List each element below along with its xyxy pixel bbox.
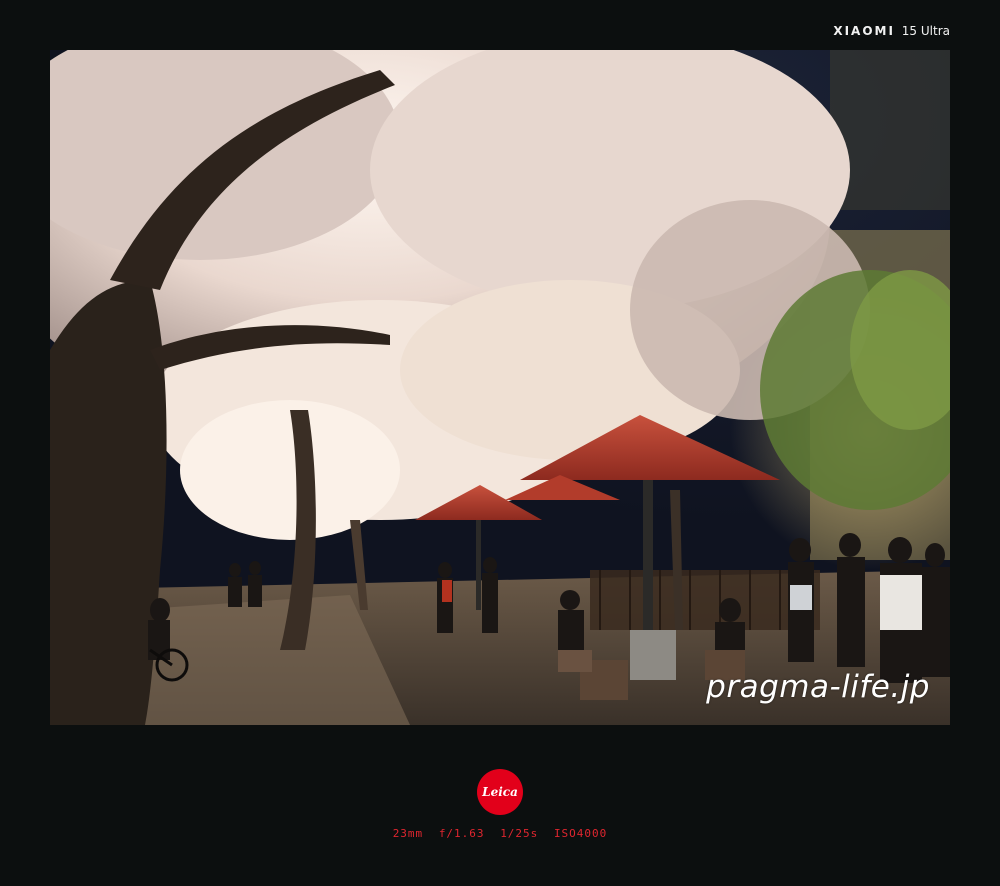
leica-logo-icon: Leica bbox=[477, 769, 523, 815]
camera-brand: XIAOMI 15 Ultra bbox=[833, 24, 950, 38]
photo-illustration bbox=[50, 50, 950, 725]
exif-info: 23mm f/1.63 1/25s ISO4000 bbox=[0, 827, 1000, 840]
watermark-text: pragma-life.jp bbox=[706, 669, 930, 705]
camera-maker: XIAOMI bbox=[833, 24, 895, 38]
camera-model: 15 Ultra bbox=[901, 24, 950, 38]
photo: pragma-life.jp bbox=[50, 50, 950, 725]
exif-focal-length: 23mm bbox=[392, 827, 424, 840]
exif-iso: ISO4000 bbox=[553, 827, 608, 840]
leica-logo-text: Leica bbox=[482, 785, 518, 799]
photo-frame: XIAOMI 15 Ultra pragma-life.jp Leica 23m… bbox=[0, 0, 1000, 886]
exif-shutter: 1/25s bbox=[500, 827, 539, 840]
exif-aperture: f/1.63 bbox=[438, 827, 485, 840]
